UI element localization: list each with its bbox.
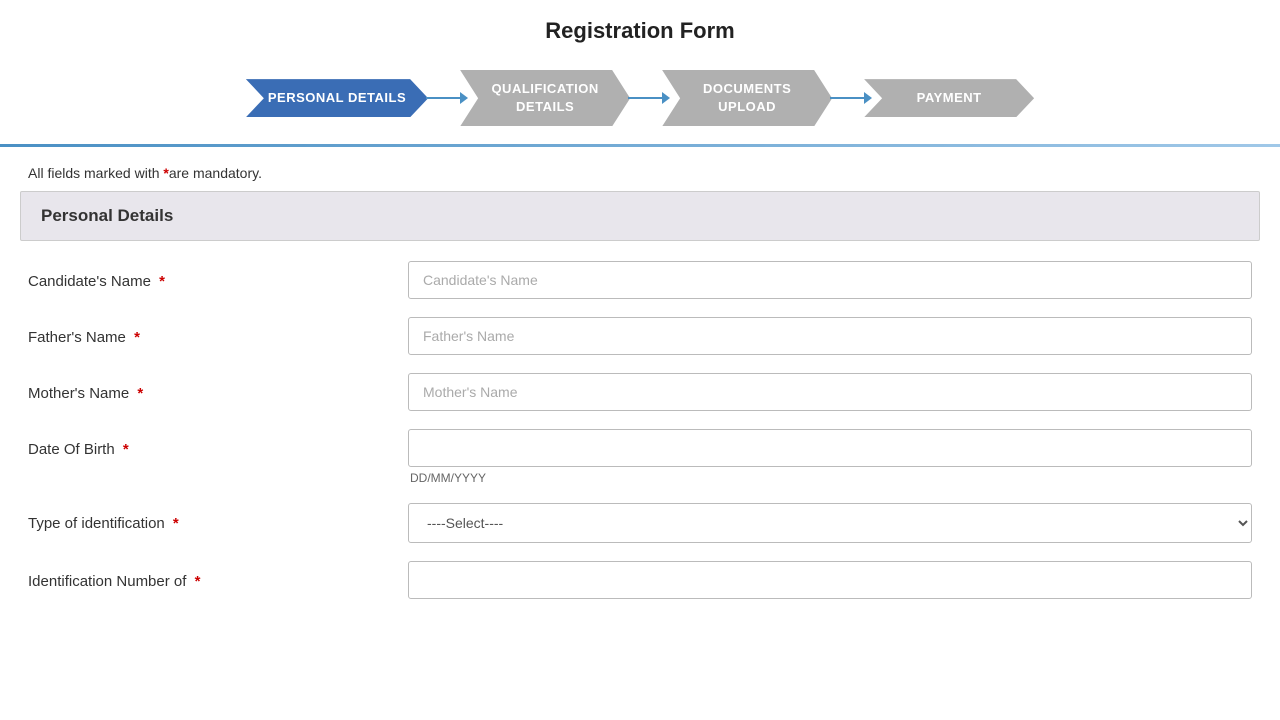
step-label-personal-details: PERSONAL DETAILS — [246, 79, 428, 117]
label-fathers-name: Father's Name * — [28, 317, 408, 346]
input-wrap-date-of-birth: DD/MM/YYYY — [408, 429, 1252, 485]
field-row-candidates-name: Candidate's Name * — [28, 261, 1252, 299]
step-qualification-details[interactable]: QUALIFICATIONDETAILS — [460, 70, 630, 126]
field-row-fathers-name: Father's Name * — [28, 317, 1252, 355]
date-of-birth-input[interactable] — [408, 429, 1252, 467]
step-label-documents-upload: DOCUMENTSUPLOAD — [662, 70, 832, 126]
label-mothers-name: Mother's Name * — [28, 373, 408, 402]
step-payment[interactable]: PAYMENT — [864, 79, 1034, 117]
step-arrow-2 — [628, 97, 664, 99]
step-label-payment: PAYMENT — [864, 79, 1034, 117]
field-row-identification-number: Identification Number of * — [28, 561, 1252, 599]
field-row-mothers-name: Mother's Name * — [28, 373, 1252, 411]
input-wrap-fathers-name — [408, 317, 1252, 355]
step-arrow-1 — [426, 97, 462, 99]
page-title: Registration Form — [0, 0, 1280, 60]
label-type-of-identification: Type of identification * — [28, 503, 408, 532]
label-candidates-name: Candidate's Name * — [28, 261, 408, 290]
stepper: PERSONAL DETAILS QUALIFICATIONDETAILS DO… — [0, 60, 1280, 140]
input-wrap-candidates-name — [408, 261, 1252, 299]
mandatory-note: All fields marked with *are mandatory. — [0, 147, 1280, 191]
candidates-name-input[interactable] — [408, 261, 1252, 299]
input-wrap-type-of-identification: ----Select---- — [408, 503, 1252, 543]
label-date-of-birth: Date Of Birth * — [28, 429, 408, 458]
step-personal-details[interactable]: PERSONAL DETAILS — [246, 79, 428, 117]
type-of-identification-select[interactable]: ----Select---- — [408, 503, 1252, 543]
step-documents-upload[interactable]: DOCUMENTSUPLOAD — [662, 70, 832, 126]
field-row-type-of-identification: Type of identification * ----Select---- — [28, 503, 1252, 543]
step-label-qualification-details: QUALIFICATIONDETAILS — [460, 70, 630, 126]
mothers-name-input[interactable] — [408, 373, 1252, 411]
field-row-date-of-birth: Date Of Birth * DD/MM/YYYY — [28, 429, 1252, 485]
identification-number-input[interactable] — [408, 561, 1252, 599]
form-area: Candidate's Name * Father's Name * Mothe… — [0, 261, 1280, 599]
fathers-name-input[interactable] — [408, 317, 1252, 355]
input-wrap-mothers-name — [408, 373, 1252, 411]
section-header-personal-details: Personal Details — [20, 191, 1260, 241]
step-arrow-3 — [830, 97, 866, 99]
date-hint: DD/MM/YYYY — [408, 471, 1252, 485]
input-wrap-identification-number — [408, 561, 1252, 599]
label-identification-number: Identification Number of * — [28, 561, 408, 590]
